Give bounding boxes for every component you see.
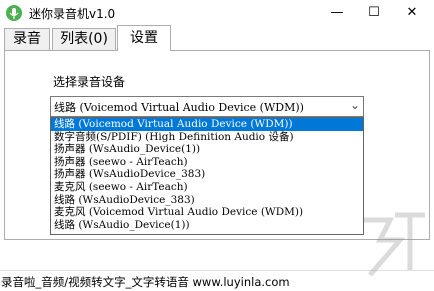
tab-settings[interactable]: 设置: [117, 25, 171, 51]
device-select[interactable]: 线路 (Voicemod Virtual Audio Device (WDM))…: [50, 96, 364, 117]
device-option[interactable]: 扬声器 (WsAudio_Device(1)): [51, 143, 363, 156]
device-option[interactable]: 数字音频(S/PDIF) (High Definition Audio 设备): [51, 131, 363, 144]
window-title: 迷你录音机v1.0: [29, 7, 116, 21]
device-option[interactable]: 麦克风 (seewo - AirTeach): [51, 181, 363, 194]
status-text: 录音啦_音频/视频转文字_文字转语音 www.luyinla.com: [1, 275, 290, 289]
device-select-value: 线路 (Voicemod Virtual Audio Device (WDM)): [54, 101, 304, 114]
device-label: 选择录音设备: [53, 75, 126, 89]
tab-list[interactable]: 列表(0): [52, 28, 116, 50]
close-button[interactable]: ✕: [390, 0, 434, 26]
device-option[interactable]: 麦克风 (Voicemod Virtual Audio Device (WDM)…: [51, 206, 363, 219]
tab-record[interactable]: 录音: [4, 28, 50, 50]
device-option[interactable]: 线路 (WsAudio_Device(1)): [51, 219, 363, 232]
device-option[interactable]: 扬声器 (WsAudioDevice_383): [51, 168, 363, 181]
title-bar: 迷你录音机v1.0 — ☐ ✕: [0, 0, 434, 26]
microphone-app-icon: [6, 5, 22, 21]
device-dropdown-list: 线路 (Voicemod Virtual Audio Device (WDM))…: [50, 117, 364, 235]
chevron-down-icon[interactable]: ⌄: [350, 98, 360, 112]
device-option[interactable]: 扬声器 (seewo - AirTeach): [51, 156, 363, 169]
device-option[interactable]: 线路 (Voicemod Virtual Audio Device (WDM)): [51, 118, 363, 131]
device-option[interactable]: 线路 (WsAudioDevice_383): [51, 194, 363, 207]
